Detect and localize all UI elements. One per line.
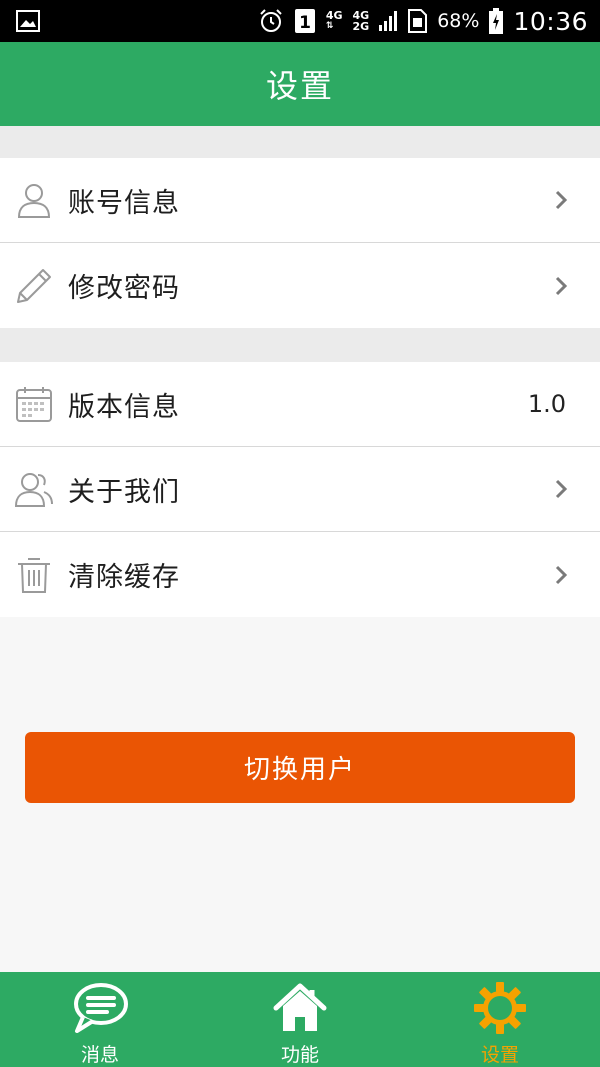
section-divider (0, 328, 600, 362)
nav-label: 功能 (280, 1044, 319, 1066)
chevron-right-icon (552, 477, 570, 501)
battery-charging-icon (489, 8, 504, 34)
home-icon (272, 980, 328, 1036)
settings-row-label: 清除缓存 (68, 562, 180, 593)
settings-row-clear-cache[interactable]: 清除缓存 (0, 532, 600, 617)
message-icon (71, 980, 129, 1036)
calendar-icon (14, 384, 54, 424)
settings-group-app: 版本信息 1.0 关于我们 清除缓存 (0, 362, 600, 617)
network-indicator-2: 4G 2G (353, 10, 370, 32)
clock: 10:36 (513, 6, 588, 36)
settings-row-about-us[interactable]: 关于我们 (0, 447, 600, 532)
sim-card-icon (407, 9, 428, 33)
chevron-right-icon (552, 563, 570, 587)
signal-icon (379, 11, 398, 31)
settings-row-label: 修改密码 (68, 273, 180, 304)
trash-icon (14, 555, 54, 595)
chevron-right-icon (552, 274, 570, 298)
alarm-icon (258, 8, 284, 34)
settings-group-account: 账号信息 修改密码 (0, 158, 600, 328)
network-type-2-bottom: 2G (352, 20, 370, 33)
nav-tab-functions[interactable]: 功能 (200, 972, 400, 1067)
settings-row-version-info[interactable]: 版本信息 1.0 (0, 362, 600, 447)
nav-tab-messages[interactable]: 消息 (0, 972, 200, 1067)
status-bar: 1 4G ⇅ 4G 2G 68% 10:36 (0, 0, 600, 42)
pencil-icon (14, 266, 54, 306)
chevron-right-icon (552, 188, 570, 212)
app-bar: 设置 (0, 42, 600, 126)
page-title: 设置 (265, 67, 334, 105)
users-icon (14, 469, 54, 509)
settings-row-label: 关于我们 (68, 476, 180, 508)
settings-row-account-info[interactable]: 账号信息 (0, 158, 600, 243)
bottom-nav: 消息 功能 设置 (0, 972, 600, 1067)
user-icon (14, 180, 54, 220)
network-indicator: 4G ⇅ (325, 9, 343, 31)
sim-slot-number: 1 (299, 13, 311, 33)
nav-label: 消息 (80, 1044, 119, 1066)
battery-percent: 68% (437, 10, 480, 32)
nav-tab-settings[interactable]: 设置 (400, 972, 600, 1067)
section-divider (0, 126, 600, 158)
settings-row-label: 版本信息 (68, 391, 180, 423)
settings-row-change-password[interactable]: 修改密码 (0, 243, 600, 328)
switch-user-button[interactable]: 切换用户 (25, 732, 575, 803)
sim-slot-icon: 1 (294, 8, 316, 34)
version-value: 1.0 (527, 390, 566, 418)
settings-row-label: 账号信息 (68, 187, 180, 219)
nav-label: 设置 (480, 1044, 519, 1066)
gear-icon (473, 980, 527, 1036)
gallery-notification-icon (16, 10, 40, 32)
network-type-top: 4G (325, 9, 343, 22)
